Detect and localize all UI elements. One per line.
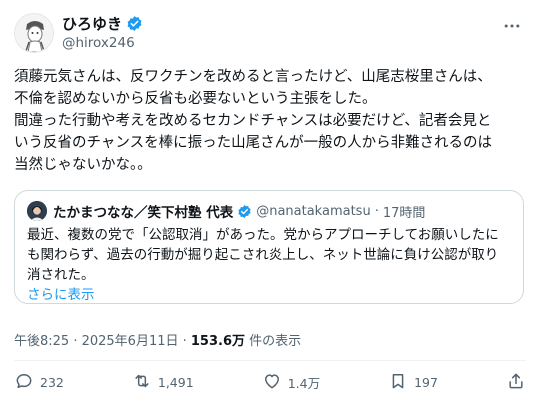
action-bar: 232 1,491 1.4万 197: [14, 370, 526, 394]
quoted-author-avatar: [27, 201, 47, 221]
show-more-link[interactable]: さらに表示: [27, 285, 511, 305]
reply-button[interactable]: 232: [14, 371, 64, 394]
quoted-tweet-text: 最近、複数の党で「公認取消」があった。党からアプローチしてお願いしたにも関わらず…: [27, 227, 499, 283]
bookmark-button[interactable]: 197: [388, 371, 438, 394]
tweet-timestamp[interactable]: 午後8:25 · 2025年6月11日 ·: [14, 334, 191, 349]
reply-icon: [14, 371, 34, 394]
reply-count: 232: [40, 374, 64, 390]
author-handle[interactable]: @hirox246: [62, 35, 135, 51]
like-button[interactable]: 1.4万: [262, 371, 320, 394]
like-count: 1.4万: [287, 375, 321, 391]
bookmark-count: 197: [414, 374, 438, 390]
retweet-button[interactable]: 1,491: [132, 371, 194, 394]
quoted-verified-badge-icon: [237, 204, 252, 219]
heart-icon: [262, 371, 282, 394]
share-icon: [506, 371, 526, 394]
verified-badge-icon: [126, 15, 143, 32]
author-avatar[interactable]: [14, 13, 54, 53]
views-label: 件の表示: [245, 334, 302, 349]
views-count: 153.6万: [190, 334, 246, 349]
tweet-meta: 午後8:25 · 2025年6月11日 · 153.6万 件の表示: [14, 330, 301, 349]
author-display-name[interactable]: ひろゆき: [62, 13, 122, 34]
bookmark-icon: [388, 371, 408, 394]
quoted-tweet-header: たかまつなな／笑下村塾 代表 @nanatakamatsu · 17時間: [27, 201, 511, 221]
retweet-count: 1,491: [157, 374, 194, 390]
tweet-body-text: 須藤元気さんは、反ワクチンを改めると言ったけど、山尾志桜里さんは、 不倫を認めな…: [14, 69, 493, 173]
share-button[interactable]: [506, 371, 526, 394]
quoted-author-name: たかまつなな／笑下村塾 代表: [53, 205, 234, 221]
more-options-icon[interactable]: [502, 16, 522, 41]
quoted-author-handle: @nanatakamatsu: [256, 203, 371, 219]
quoted-separator-dot: ·: [374, 203, 379, 219]
actions-divider: [14, 360, 526, 361]
tweet-header: ひろゆき @hirox246: [14, 10, 526, 58]
quoted-tweet-card[interactable]: たかまつなな／笑下村塾 代表 @nanatakamatsu · 17時間 最近、…: [14, 190, 524, 304]
retweet-icon: [132, 371, 152, 394]
quoted-timestamp: 17時間: [382, 205, 426, 221]
